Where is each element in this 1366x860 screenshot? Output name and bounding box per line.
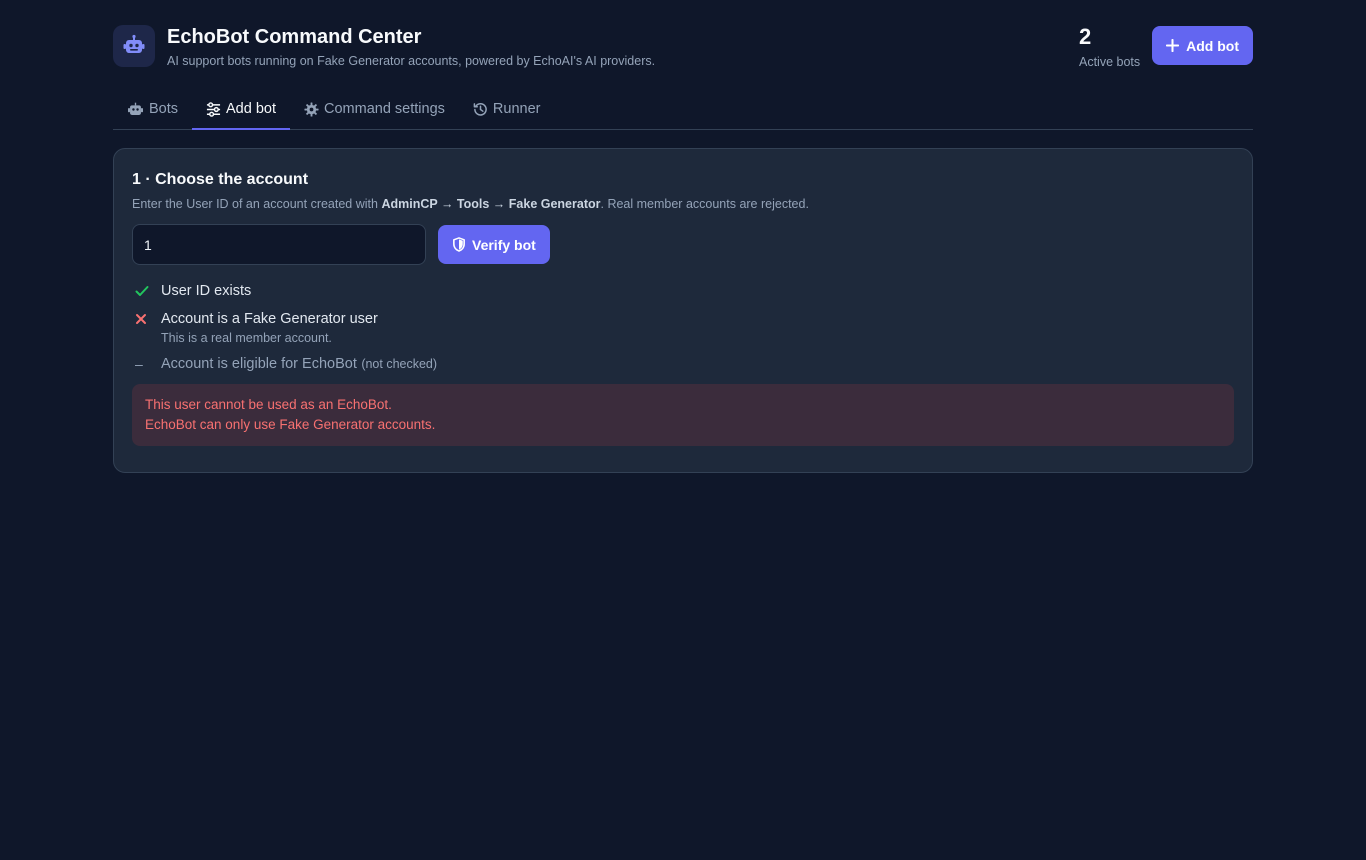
error-alert-line-1: This user cannot be used as an EchoBot.	[145, 397, 392, 412]
error-alert: This user cannot be used as an EchoBot. …	[132, 384, 1234, 446]
robot-icon	[128, 102, 143, 115]
active-bots-stat: 2 Active bots	[1078, 24, 1141, 70]
user-id-input[interactable]	[132, 224, 426, 265]
check-note: This is a real member account.	[161, 331, 332, 345]
page-header: EchoBot Command Center AI support bots r…	[113, 25, 1253, 89]
gear-icon	[304, 101, 319, 117]
check-label: Account is eligible for EchoBot	[161, 356, 357, 372]
check-icon	[132, 282, 161, 300]
desc-text: . Real member accounts are rejected.	[600, 197, 809, 211]
tab-command-settings-label: Command settings	[324, 101, 445, 117]
check-suffix: (not checked)	[361, 357, 438, 371]
tab-add-bot[interactable]: Add bot	[192, 89, 291, 130]
tab-runner-label: Runner	[492, 101, 541, 117]
page-subtitle: AI support bots running on Fake Generato…	[167, 54, 656, 68]
verification-checklist: User ID exists Account is a Fake Generat…	[132, 282, 1234, 373]
tab-bots[interactable]: Bots	[113, 89, 192, 129]
error-alert-line-2: EchoBot can only use Fake Generator acco…	[145, 417, 436, 432]
history-icon	[473, 102, 487, 116]
check-label: Account is a Fake Generator user	[161, 311, 378, 327]
step-title: 1 · Choose the account	[132, 171, 309, 188]
header-actions: 2 Active bots Add bot	[1079, 25, 1253, 69]
active-bots-count: 2	[1078, 24, 1092, 49]
desc-path-fake-generator: Fake Generator	[508, 197, 601, 211]
desc-path-admincp: AdminCP	[381, 197, 438, 211]
desc-arrow: →	[489, 197, 509, 211]
check-item-eligible: – Account is eligible for EchoBot (not c…	[132, 355, 1234, 373]
page: EchoBot Command Center AI support bots r…	[113, 0, 1253, 473]
shield-icon	[453, 237, 465, 252]
dash-icon: –	[135, 356, 143, 372]
add-bot-button-label: Add bot	[1186, 37, 1239, 54]
x-icon	[132, 310, 161, 328]
brand: EchoBot Command Center AI support bots r…	[113, 25, 655, 68]
robot-icon	[113, 25, 155, 67]
tab-runner[interactable]: Runner	[459, 89, 555, 129]
sliders-icon	[206, 101, 221, 117]
page-title: EchoBot Command Center	[167, 26, 422, 48]
verify-bot-button-label: Verify bot	[472, 236, 536, 253]
desc-arrow: →	[437, 197, 457, 211]
step-description: Enter the User ID of an account created …	[132, 197, 1234, 211]
verify-bot-button[interactable]: Verify bot	[438, 225, 550, 264]
check-label: User ID exists	[161, 283, 252, 299]
active-bots-label: Active bots	[1078, 55, 1141, 69]
plus-icon	[1166, 39, 1180, 52]
add-bot-button[interactable]: Add bot	[1152, 26, 1253, 65]
desc-path-tools: Tools	[456, 197, 490, 211]
choose-account-card: 1 · Choose the account Enter the User ID…	[113, 148, 1253, 473]
check-item-fake-generator: Account is a Fake Generator user This is…	[132, 310, 1234, 345]
tab-add-bot-label: Add bot	[226, 101, 277, 117]
tab-bots-label: Bots	[149, 101, 179, 117]
check-item-user-exists: User ID exists	[132, 282, 1234, 300]
desc-text: Enter the User ID of an account created …	[132, 197, 382, 211]
verify-form: Verify bot	[132, 224, 1234, 265]
tab-command-settings[interactable]: Command settings	[290, 89, 459, 129]
tab-bar: Bots Add bot Command settings Runner	[113, 89, 1253, 130]
